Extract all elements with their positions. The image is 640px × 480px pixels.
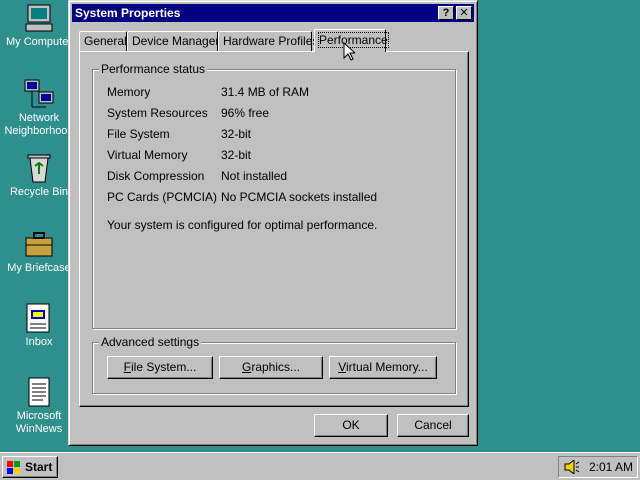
status-value: No PCMCIA sockets installed — [221, 190, 378, 204]
inbox-icon — [23, 302, 55, 334]
computer-icon — [23, 2, 55, 34]
desktop-icon-label: My Briefcase — [7, 262, 71, 274]
cancel-button[interactable]: Cancel — [397, 414, 469, 437]
group-title: Performance status — [99, 62, 208, 76]
status-value: 32-bit — [221, 127, 252, 141]
graphics-button[interactable]: Graphics... — [219, 356, 323, 379]
status-key: Disk Compression — [107, 169, 205, 183]
ok-button[interactable]: OK — [314, 414, 388, 437]
system-tray: 2:01 AM — [558, 456, 638, 478]
status-key: Virtual Memory — [107, 148, 188, 162]
system-properties-window: System Properties ? ✕ General Device Man… — [68, 0, 478, 446]
window-title: System Properties — [75, 6, 181, 20]
desktop-icon-my-computer[interactable]: My Computer — [0, 2, 78, 49]
virtual-memory-button[interactable]: Virtual Memory... — [329, 356, 437, 379]
windows-logo-icon — [7, 460, 21, 480]
desktop-icon-label: Microsoft WinNews — [15, 410, 63, 435]
desktop-icon-label: Inbox — [25, 336, 53, 348]
desktop-icon-label: Recycle Bin — [9, 186, 69, 198]
speaker-icon[interactable] — [564, 458, 580, 480]
status-value: 96% free — [221, 106, 270, 120]
start-button[interactable]: Start — [2, 456, 58, 478]
status-key: System Resources — [107, 106, 208, 120]
desktop-icon-recycle-bin[interactable]: Recycle Bin — [0, 152, 78, 199]
network-icon — [23, 78, 55, 110]
tab-hardware-profiles[interactable]: Hardware Profiles — [218, 31, 318, 51]
status-key: File System — [107, 127, 170, 141]
recycle-bin-icon — [23, 152, 55, 184]
desktop-icon-label: My Computer — [5, 36, 73, 48]
group-title: Advanced settings — [99, 335, 202, 349]
tab-panel-performance: Performance status Memory 31.4 MB of RAM… — [79, 51, 469, 407]
advanced-settings-group: Advanced settings File System... Graphic… — [92, 335, 456, 394]
tab-general[interactable]: General — [79, 31, 127, 51]
briefcase-icon — [23, 228, 55, 260]
close-button[interactable]: ✕ — [456, 6, 472, 20]
file-system-button[interactable]: File System... — [107, 356, 213, 379]
taskbar: Start 2:01 AM — [0, 452, 640, 480]
tab-device-manager[interactable]: Device Manager — [127, 31, 219, 51]
desktop-icon-microsoft-winnews[interactable]: Microsoft WinNews — [0, 376, 78, 436]
title-bar[interactable]: System Properties ? ✕ — [72, 4, 474, 22]
help-button[interactable]: ? — [438, 6, 454, 20]
performance-status-group: Performance status Memory 31.4 MB of RAM… — [92, 62, 456, 329]
status-value: 32-bit — [221, 148, 252, 162]
mouse-cursor-icon — [343, 41, 357, 64]
desktop-icon-label: Network Neighborhood — [4, 112, 74, 137]
desktop-icon-network-neighborhood[interactable]: Network Neighborhood — [0, 78, 78, 138]
status-value: 31.4 MB of RAM — [221, 85, 310, 99]
status-value: Not installed — [221, 169, 288, 183]
desktop-icon-inbox[interactable]: Inbox — [0, 302, 78, 349]
clock[interactable]: 2:01 AM — [589, 457, 633, 477]
desktop-icon-my-briefcase[interactable]: My Briefcase — [0, 228, 78, 275]
start-label: Start — [25, 460, 53, 474]
status-key: Memory — [107, 85, 151, 99]
newsletter-icon — [23, 376, 55, 408]
status-key: PC Cards (PCMCIA) — [107, 190, 218, 204]
